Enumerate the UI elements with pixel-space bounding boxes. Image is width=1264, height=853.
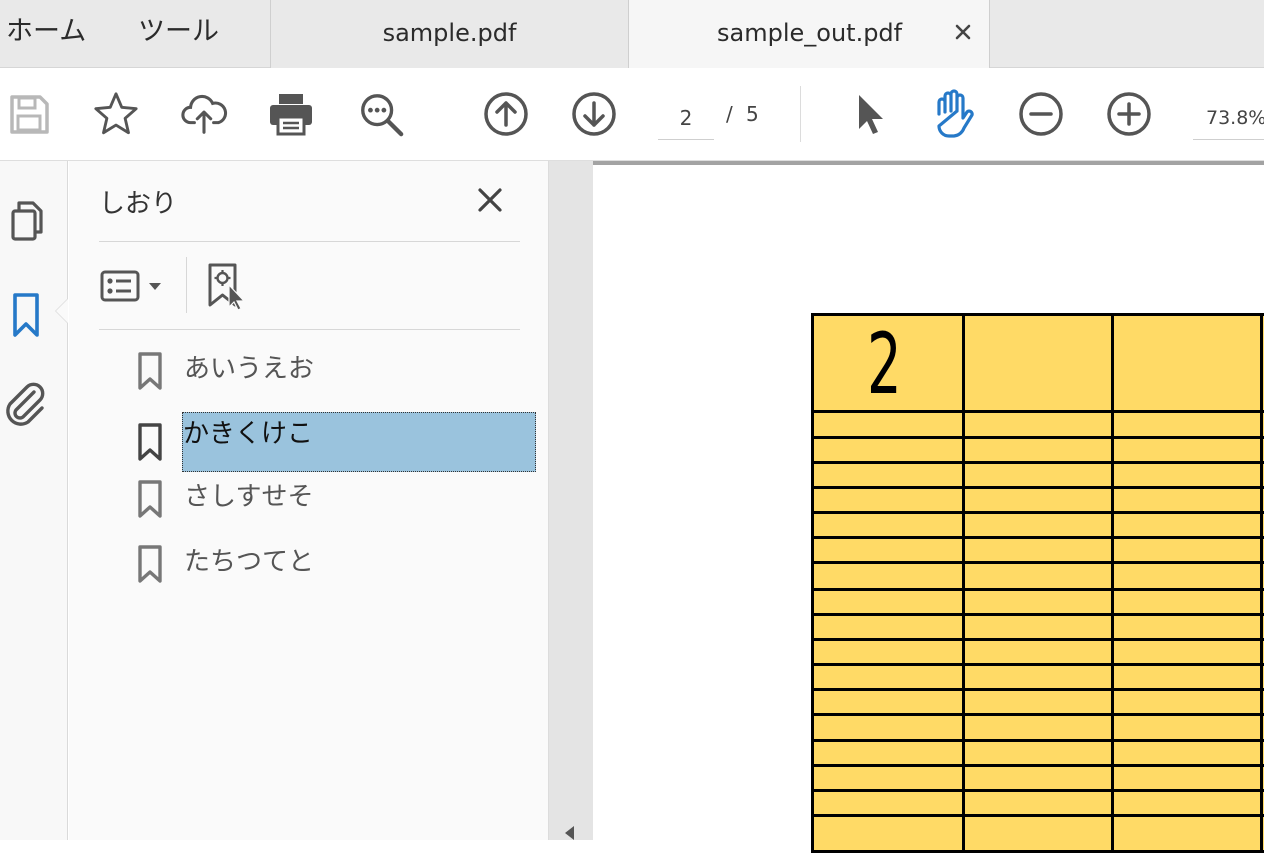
bookmark-label: たちつてと	[184, 547, 315, 577]
bookmark-item[interactable]: あいうえお	[131, 341, 539, 401]
save-icon	[10, 95, 49, 134]
printer-icon	[270, 94, 312, 136]
tab-label: sample_out.pdf	[717, 19, 903, 47]
menu-tools[interactable]: ツール	[138, 0, 219, 67]
plus-circle-icon	[1107, 92, 1151, 136]
bookmark-icon	[138, 480, 162, 518]
paperclip-icon	[6, 382, 45, 426]
search-icon	[361, 94, 404, 137]
grid-line	[814, 436, 1264, 439]
page-thumbnails-button[interactable]	[0, 193, 52, 249]
zoom-in-button[interactable]	[1105, 90, 1153, 138]
cloud-upload-icon	[181, 94, 228, 134]
bookmark-item[interactable]: たちつてと	[131, 534, 539, 594]
grid-line	[814, 638, 1264, 641]
hand-icon	[937, 89, 974, 138]
grid-line	[814, 739, 1264, 742]
new-bookmark-button[interactable]	[205, 261, 251, 311]
previous-page-button[interactable]	[482, 90, 530, 138]
minus-circle-icon	[1019, 92, 1063, 136]
arrow-down-circle-icon	[572, 92, 616, 136]
divider	[99, 241, 520, 242]
search-button[interactable]	[357, 90, 405, 138]
page-separator: /	[726, 102, 733, 126]
grid-line	[814, 461, 1264, 464]
bookmarks-panel-button[interactable]	[0, 287, 52, 343]
bookmark-icon	[138, 545, 162, 583]
grid-line	[814, 511, 1264, 514]
toolbar: / 5	[0, 68, 1264, 161]
zoom-out-button[interactable]	[1017, 90, 1065, 138]
close-icon[interactable]	[475, 185, 505, 215]
tab-label: sample.pdf	[382, 19, 517, 47]
grid-line	[814, 789, 1264, 792]
rail-pointer-fill	[56, 299, 68, 323]
bookmark-icon	[138, 423, 162, 461]
bookmark-icon	[13, 293, 39, 337]
chevron-down-icon	[149, 283, 161, 290]
toolbar-divider	[186, 257, 187, 313]
bookmark-item-selected[interactable]: かきくけこ	[131, 412, 539, 472]
next-page-button[interactable]	[570, 90, 618, 138]
bookmark-star-button[interactable]	[92, 90, 140, 138]
new-bookmark-icon	[208, 263, 246, 311]
close-icon[interactable]	[951, 20, 975, 44]
tab-bar: ホーム ツール sample.pdf sample_out.pdf	[0, 0, 1264, 68]
grid-line	[814, 613, 1264, 616]
grid-line	[814, 588, 1264, 591]
toolbar-divider	[800, 86, 801, 142]
grid-line	[814, 688, 1264, 691]
bookmark-label: あいうえお	[184, 354, 315, 384]
grid-line	[1111, 316, 1114, 850]
grid-line	[814, 713, 1264, 716]
bookmark-item[interactable]: さしすせそ	[131, 469, 539, 529]
menu-home[interactable]: ホーム	[6, 0, 86, 67]
bookmark-label: かきくけこ	[182, 412, 536, 472]
bookmark-label: さしすせそ	[184, 482, 314, 512]
grid-line	[962, 316, 965, 850]
save-button[interactable]	[5, 90, 53, 138]
zoom-level-input[interactable]	[1193, 96, 1264, 140]
cursor-arrow-icon	[859, 95, 883, 134]
hand-tool-button[interactable]	[929, 89, 977, 138]
grid-line	[814, 764, 1264, 767]
print-button[interactable]	[267, 90, 315, 138]
upload-cloud-button[interactable]	[180, 90, 228, 138]
document-gutter	[549, 161, 593, 840]
star-icon	[94, 92, 138, 135]
tab-sample-out-pdf[interactable]: sample_out.pdf	[629, 0, 990, 68]
spreadsheet-table: 2	[811, 313, 1264, 853]
select-tool-button[interactable]	[843, 90, 891, 138]
arrow-up-circle-icon	[484, 92, 528, 136]
list-options-icon	[100, 270, 140, 302]
navigation-rail	[0, 161, 68, 840]
grid-line	[814, 663, 1264, 666]
bookmarks-panel: しおり あいうえお かきくけこ さしすせそ たちつてと	[69, 161, 549, 840]
attachments-button[interactable]	[0, 377, 52, 433]
grid-line	[814, 536, 1264, 539]
page-total: 5	[746, 102, 759, 126]
panel-title: しおり	[99, 189, 178, 219]
grid-line	[814, 486, 1264, 489]
grid-line	[814, 814, 1264, 817]
collapse-panel-arrow-icon[interactable]	[565, 826, 574, 840]
tab-sample-pdf[interactable]: sample.pdf	[270, 0, 629, 68]
cell-value: 2	[867, 315, 902, 413]
divider	[99, 329, 520, 330]
grid-line	[1260, 316, 1263, 850]
page-thumbnails-icon	[11, 201, 43, 241]
bookmark-options-button[interactable]	[99, 261, 169, 311]
bookmark-icon	[138, 352, 162, 390]
grid-line	[814, 561, 1264, 564]
page-number-input[interactable]	[658, 96, 714, 140]
